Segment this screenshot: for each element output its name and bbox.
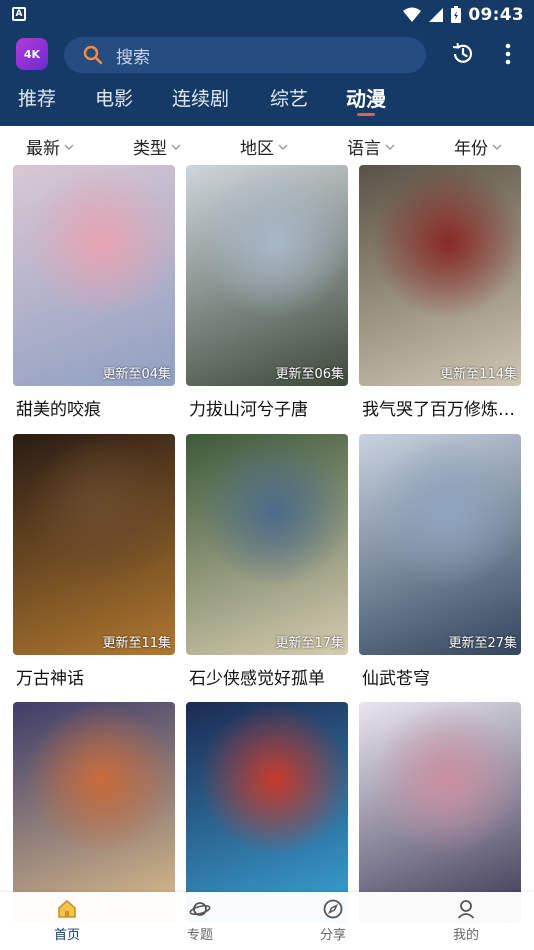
tab-series[interactable]: 连续剧	[172, 84, 229, 118]
user-icon	[457, 900, 475, 919]
poster-image	[13, 702, 175, 923]
nav-label: 首页	[53, 928, 80, 943]
filter-label: 最新	[26, 139, 60, 159]
filter-region[interactable]: 地区	[240, 134, 288, 159]
episode-badge: 更新至06集	[275, 367, 344, 382]
poster-image: 更新至27集	[359, 434, 521, 655]
nav-topics[interactable]: 专题	[165, 898, 235, 946]
signal-icon	[429, 8, 444, 22]
chevron-down-icon	[171, 144, 181, 150]
chevron-down-icon	[278, 144, 288, 150]
nav-label: 专题	[186, 928, 213, 943]
episode-badge: 更新至04集	[102, 367, 171, 382]
search-input[interactable]: 搜索	[64, 37, 426, 73]
poster-image: 更新至114集	[359, 165, 521, 386]
poster-image	[186, 702, 348, 923]
more-vertical-icon[interactable]	[498, 42, 518, 66]
episode-badge: 更新至114集	[440, 367, 517, 382]
filter-label: 语言	[347, 139, 381, 159]
filter-label: 年份	[454, 139, 488, 159]
filter-latest[interactable]: 最新	[26, 134, 74, 159]
battery-icon	[451, 6, 462, 23]
video-title: 我气哭了百万修炼…	[362, 400, 515, 420]
poster-image: 更新至06集	[186, 165, 348, 386]
search-row: 4K 搜索	[0, 36, 534, 74]
filter-type[interactable]: 类型	[133, 134, 181, 159]
home-icon	[58, 899, 76, 918]
tab-movies[interactable]: 电影	[95, 84, 133, 118]
logo-text: 4K	[23, 47, 41, 61]
chevron-down-icon	[492, 144, 502, 150]
nav-share[interactable]: 分享	[298, 898, 368, 946]
history-icon[interactable]	[451, 42, 475, 66]
filter-year[interactable]: 年份	[454, 134, 502, 159]
chevron-down-icon	[64, 144, 74, 150]
clock: 09:43	[468, 5, 524, 25]
filter-label: 类型	[133, 139, 167, 159]
status-bar: A 09:43	[0, 0, 534, 30]
filter-bar: 最新 类型 地区 语言 年份	[0, 126, 534, 162]
top-header: A 09:43 4K 搜索 推荐 电影 连续剧 综艺 动漫	[0, 0, 534, 126]
video-title: 仙武苍穹	[362, 669, 430, 689]
poster-image: 更新至17集	[186, 434, 348, 655]
app-screen: A 09:43 4K 搜索 推荐 电影 连续剧 综艺 动漫 最新 类型 地区 语…	[0, 0, 534, 950]
episode-badge: 更新至11集	[102, 636, 171, 651]
episode-badge: 更新至27集	[448, 636, 517, 651]
video-title: 甜美的咬痕	[16, 400, 101, 420]
video-title: 万古神话	[16, 669, 84, 689]
app-logo[interactable]: 4K	[16, 38, 48, 70]
bottom-navigation: 首页 专题 分享 我的	[0, 892, 534, 950]
nav-home[interactable]: 首页	[32, 898, 102, 946]
tab-recommend[interactable]: 推荐	[18, 84, 56, 118]
notification-a-icon: A	[12, 7, 26, 21]
tab-variety[interactable]: 综艺	[270, 84, 308, 118]
video-title: 石少侠感觉好孤单	[189, 669, 325, 689]
video-title: 力拔山河兮子唐	[189, 400, 308, 420]
filter-language[interactable]: 语言	[347, 134, 395, 159]
chevron-down-icon	[385, 144, 395, 150]
poster-image: 更新至11集	[13, 434, 175, 655]
wifi-icon	[403, 7, 422, 22]
status-icons: 09:43	[402, 3, 524, 27]
tab-anime[interactable]: 动漫	[346, 84, 386, 118]
search-icon	[83, 45, 103, 65]
search-placeholder: 搜索	[116, 47, 150, 68]
poster-image	[359, 702, 521, 923]
nav-label: 分享	[319, 928, 346, 943]
poster-image: 更新至04集	[13, 165, 175, 386]
filter-label: 地区	[240, 139, 274, 159]
planet-icon	[189, 902, 211, 916]
share-compass-icon	[323, 899, 343, 919]
category-tabs: 推荐 电影 连续剧 综艺 动漫	[0, 84, 534, 124]
episode-badge: 更新至17集	[275, 636, 344, 651]
nav-profile[interactable]: 我的	[431, 898, 501, 946]
nav-label: 我的	[452, 928, 479, 943]
